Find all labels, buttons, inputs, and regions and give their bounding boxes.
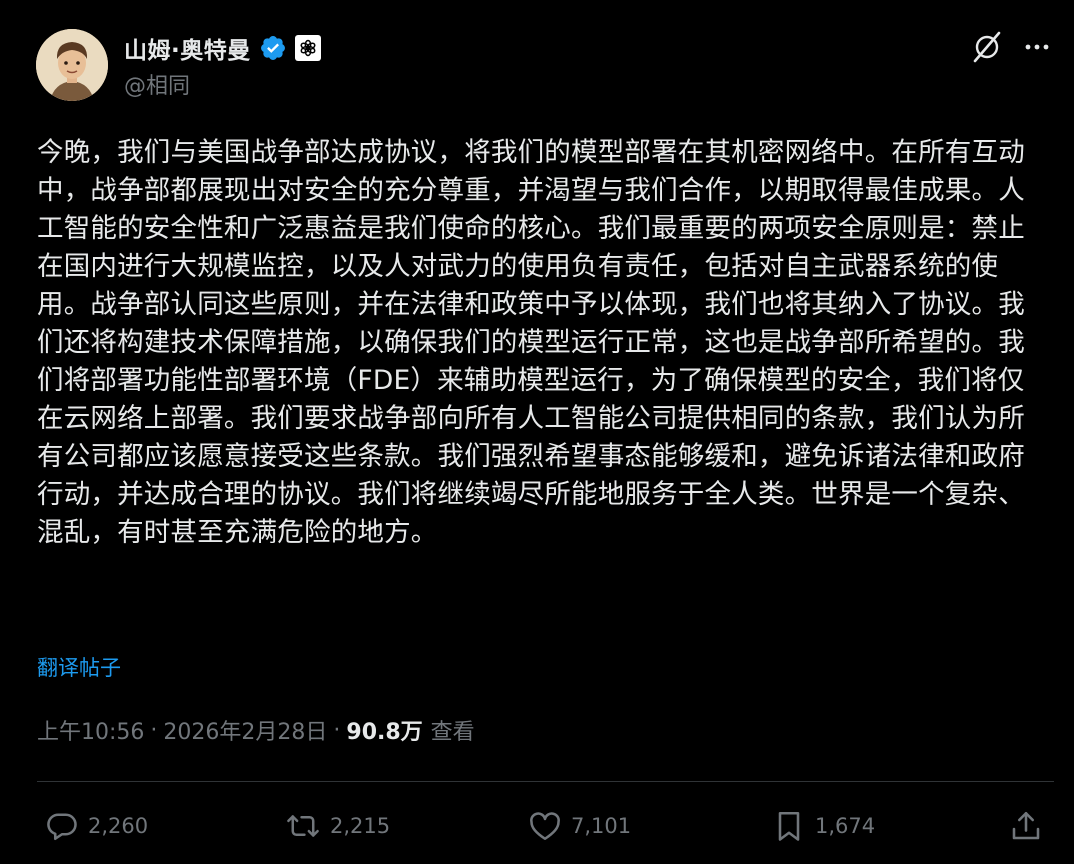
meta-separator: · (150, 717, 158, 743)
heart-icon (527, 808, 563, 844)
repost-button[interactable]: 2,215 (284, 806, 390, 846)
bookmark-icon (771, 808, 807, 844)
grok-icon[interactable] (970, 30, 1004, 64)
reply-icon (44, 808, 80, 844)
reply-count: 2,260 (88, 814, 149, 838)
more-options-icon[interactable] (1022, 32, 1052, 62)
bookmark-button[interactable]: 1,674 (771, 806, 875, 846)
author-name-row: 山姆·奥特曼 (124, 30, 321, 66)
views-count[interactable]: 90.8万 (346, 714, 422, 746)
post-detail: 山姆·奥特曼 @相同 今晚，我们与美国战争部达成协议，将我们的模型部署在其机密网… (0, 0, 1074, 864)
post-time[interactable]: 上午10:56 (37, 714, 144, 746)
post-text: 今晚，我们与美国战争部达成协议，将我们的模型部署在其机密网络中。在所有互动中，战… (37, 137, 1025, 548)
post-date[interactable]: 2026年2月28日 (163, 714, 327, 746)
share-button[interactable] (1008, 806, 1044, 846)
cartoon-avatar-icon (36, 29, 108, 101)
bookmark-count: 1,674 (815, 814, 876, 838)
like-count: 7,101 (571, 814, 632, 838)
divider (37, 781, 1054, 782)
meta-separator: · (333, 717, 341, 743)
reply-button[interactable]: 2,260 (44, 806, 148, 846)
translate-post-link[interactable]: 翻译帖子 (37, 652, 121, 682)
engagement-bar: 2,260 2,215 7,101 1,674 (44, 806, 1054, 846)
author-handle[interactable]: @相同 (124, 68, 190, 100)
views-label: 查看 (430, 720, 475, 745)
author-display-name[interactable]: 山姆·奥特曼 (124, 31, 251, 65)
repost-icon (284, 808, 322, 844)
like-button[interactable]: 7,101 (527, 806, 631, 846)
top-actions (970, 30, 1052, 64)
repost-count: 2,215 (330, 814, 391, 838)
verified-badge-icon[interactable] (259, 34, 287, 62)
affiliation-badge-icon[interactable] (294, 35, 321, 61)
avatar[interactable] (36, 29, 108, 101)
share-icon (1008, 808, 1044, 844)
post-meta: 上午10:56 · 2026年2月28日 · 90.8万 查看 (37, 714, 475, 746)
